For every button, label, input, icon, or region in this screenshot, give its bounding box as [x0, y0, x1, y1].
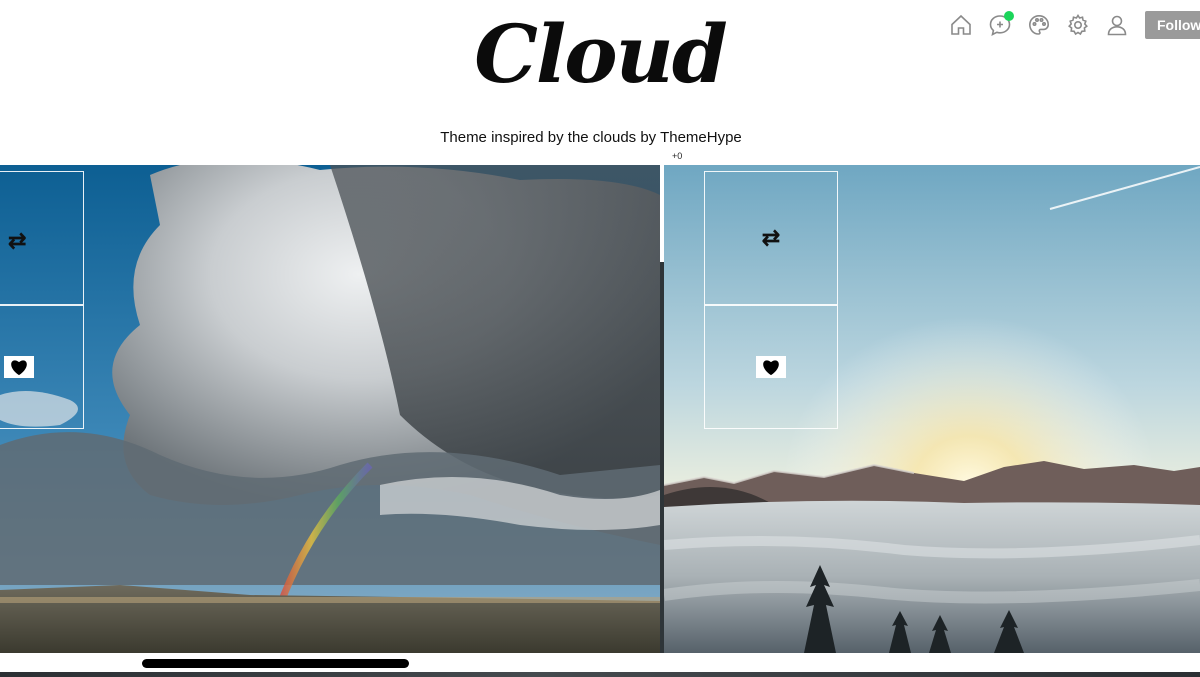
reblog-button[interactable]: ⇄ — [704, 171, 838, 305]
next-row-photos — [0, 672, 1200, 677]
notification-dot — [1004, 11, 1014, 21]
post-counter: +0 — [672, 151, 683, 161]
tumblr-controls — [946, 10, 1141, 40]
photo-post[interactable]: ⇄ — [664, 165, 1200, 653]
home-icon[interactable] — [946, 10, 976, 40]
reblog-button[interactable]: ⇄ — [0, 171, 84, 305]
horizontal-scrollbar[interactable] — [142, 659, 409, 668]
gear-icon[interactable] — [1063, 10, 1093, 40]
palette-icon[interactable] — [1024, 10, 1054, 40]
like-button[interactable] — [0, 305, 84, 429]
reblog-icon: ⇄ — [8, 228, 27, 253]
messaging-icon[interactable] — [985, 10, 1015, 40]
follow-button[interactable]: Follow — [1145, 11, 1200, 39]
account-icon[interactable] — [1102, 10, 1132, 40]
heart-icon — [756, 356, 786, 378]
post-photo — [0, 165, 660, 653]
photo-post[interactable]: ⇄ — [0, 165, 660, 653]
like-button[interactable] — [704, 305, 838, 429]
reblog-icon: ⇄ — [761, 225, 781, 250]
heart-icon — [4, 356, 34, 378]
blog-description: Theme inspired by the clouds by ThemeHyp… — [440, 129, 742, 146]
